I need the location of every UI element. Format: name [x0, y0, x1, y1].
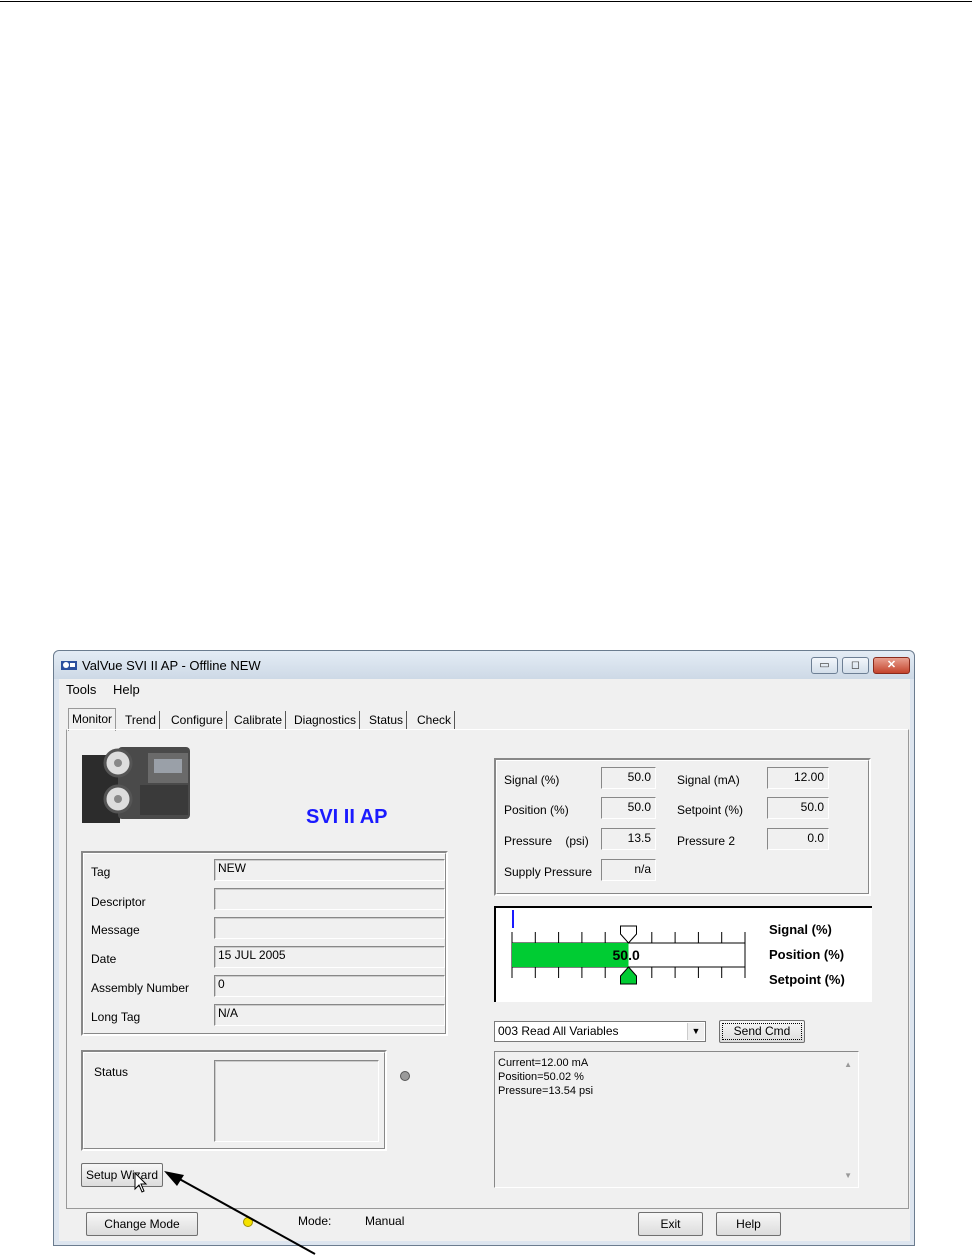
- signal-marker: [512, 910, 514, 928]
- mouse-cursor-icon: [134, 1172, 148, 1193]
- pressure-2-label: Pressure 2: [677, 834, 736, 848]
- page-top-rule: [0, 1, 972, 2]
- tab-trend[interactable]: Trend: [122, 711, 160, 729]
- tab-status[interactable]: Status: [366, 711, 408, 729]
- send-cmd-button[interactable]: Send Cmd: [719, 1020, 805, 1043]
- tab-diagnostics[interactable]: Diagnostics: [291, 711, 361, 729]
- assembly-number-field[interactable]: 0: [214, 975, 445, 997]
- menu-bar: Tools Help: [59, 679, 910, 699]
- tab-check[interactable]: Check: [414, 711, 456, 729]
- signal-ma-value: 12.00: [767, 767, 829, 789]
- status-indicator-led: [400, 1071, 410, 1081]
- date-field[interactable]: 15 JUL 2005: [214, 946, 445, 968]
- assembly-number-label: Assembly Number: [91, 981, 190, 995]
- tag-label: Tag: [91, 865, 111, 879]
- setpoint-value: 50.0: [767, 797, 829, 819]
- menu-help[interactable]: Help: [113, 682, 140, 697]
- legend-signal: Signal (%): [769, 922, 832, 937]
- tab-monitor[interactable]: Monitor: [68, 708, 117, 731]
- output-line: Current=12.00 mA: [498, 1057, 589, 1069]
- output-line: Pressure=13.54 psi: [498, 1085, 594, 1097]
- message-field[interactable]: [214, 917, 445, 939]
- minimize-button[interactable]: ▭: [811, 657, 838, 674]
- maximize-button[interactable]: ◻: [842, 657, 869, 674]
- callout-arrow-icon: [164, 1171, 316, 1255]
- title-bar[interactable]: ValVue SVI II AP - Offline NEW ▭ ◻ ✕: [54, 651, 914, 679]
- signal-percent-value: 50.0: [601, 767, 656, 789]
- output-line: Position=50.02 %: [498, 1071, 584, 1083]
- legend-position: Position (%): [769, 947, 845, 962]
- tab-configure[interactable]: Configure: [168, 711, 228, 729]
- message-label: Message: [91, 923, 140, 937]
- position-bar-fill: [512, 943, 629, 967]
- status-field: [214, 1060, 379, 1142]
- signal-percent-label: Signal (%): [504, 773, 560, 787]
- tag-field[interactable]: NEW: [214, 859, 445, 881]
- descriptor-label: Descriptor: [91, 895, 146, 909]
- long-tag-label: Long Tag: [91, 1010, 141, 1024]
- chevron-down-icon[interactable]: ▼: [687, 1023, 704, 1040]
- exit-button[interactable]: Exit: [638, 1212, 703, 1236]
- position-gauge: 50.0 Signal (%) Position (%) Setpoint (%…: [494, 906, 872, 1002]
- legend-setpoint: Setpoint (%): [769, 972, 845, 987]
- pressure-2-value: 0.0: [767, 828, 829, 850]
- setpoint-marker-bottom: [620, 966, 637, 985]
- help-button[interactable]: Help: [716, 1212, 781, 1236]
- window-title: ValVue SVI II AP - Offline NEW: [82, 658, 261, 673]
- close-button[interactable]: ✕: [873, 657, 910, 674]
- gauge-scale: 50.0: [511, 910, 746, 985]
- product-title: SVI II AP: [306, 806, 388, 828]
- long-tag-field[interactable]: N/A: [214, 1004, 445, 1026]
- date-label: Date: [91, 952, 117, 966]
- supply-pressure-value: n/a: [601, 859, 656, 881]
- setup-wizard-button[interactable]: Setup Wizard: [81, 1163, 163, 1187]
- pressure-value: 13.5: [601, 828, 656, 850]
- command-output-box[interactable]: Current=12.00 mA Position=50.02 % Pressu…: [494, 1051, 859, 1188]
- scroll-up-arrow-icon[interactable]: ▲: [844, 1058, 852, 1072]
- position-value-text: 50.0: [613, 947, 640, 963]
- hart-command-select[interactable]: 003 Read All Variables ▼: [494, 1021, 706, 1042]
- position-value: 50.0: [601, 797, 656, 819]
- scroll-down-arrow-icon[interactable]: ▼: [844, 1169, 852, 1183]
- mode-value: Manual: [365, 1214, 405, 1228]
- valvue-app-icon: [61, 661, 77, 670]
- setpoint-label: Setpoint (%): [677, 803, 744, 817]
- setpoint-marker-top: [620, 925, 637, 944]
- signal-ma-label: Signal (mA): [677, 773, 740, 787]
- supply-pressure-label: Supply Pressure: [504, 865, 593, 879]
- pressure-label: Pressure (psi): [504, 834, 589, 848]
- status-label: Status: [94, 1065, 129, 1079]
- tab-calibrate[interactable]: Calibrate: [231, 711, 287, 729]
- positioner-device-image: [82, 747, 190, 823]
- descriptor-field[interactable]: [214, 888, 445, 910]
- menu-tools[interactable]: Tools: [66, 682, 96, 697]
- hart-command-selected: 003 Read All Variables: [498, 1024, 619, 1038]
- position-label: Position (%): [504, 803, 569, 817]
